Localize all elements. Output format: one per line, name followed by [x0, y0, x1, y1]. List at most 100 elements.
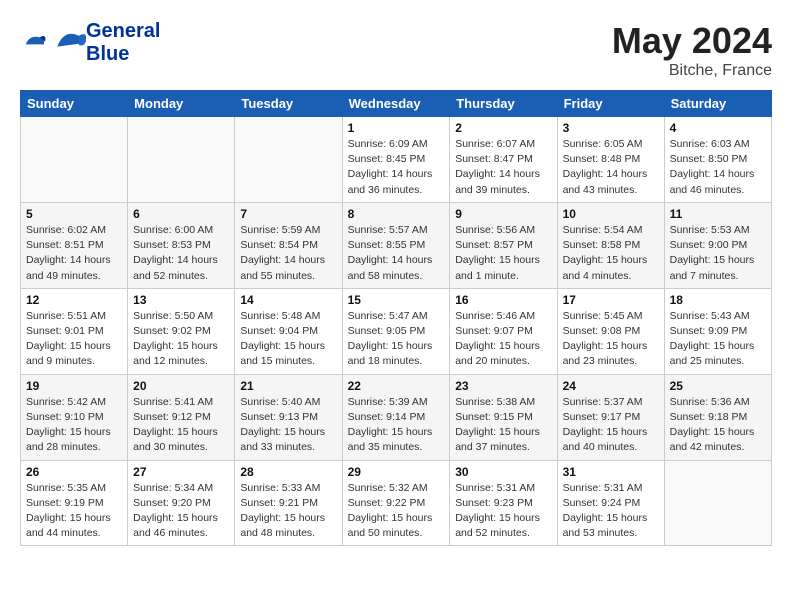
day-number: 5: [26, 207, 122, 221]
calendar-cell: 3 Sunrise: 6:05 AMSunset: 8:48 PMDayligh…: [557, 117, 664, 203]
day-info: Sunrise: 5:59 AMSunset: 8:54 PMDaylight:…: [240, 223, 336, 284]
day-info: Sunrise: 5:36 AMSunset: 9:18 PMDaylight:…: [670, 395, 766, 456]
day-number: 27: [133, 465, 229, 479]
day-number: 21: [240, 379, 336, 393]
calendar-table: SundayMondayTuesdayWednesdayThursdayFrid…: [20, 90, 772, 546]
day-info: Sunrise: 5:50 AMSunset: 9:02 PMDaylight:…: [133, 309, 229, 370]
day-number: 13: [133, 293, 229, 307]
calendar-cell: 13 Sunrise: 5:50 AMSunset: 9:02 PMDaylig…: [128, 288, 235, 374]
calendar-week-row: 12 Sunrise: 5:51 AMSunset: 9:01 PMDaylig…: [21, 288, 772, 374]
calendar-cell: [235, 117, 342, 203]
day-number: 31: [563, 465, 659, 479]
day-info: Sunrise: 6:00 AMSunset: 8:53 PMDaylight:…: [133, 223, 229, 284]
calendar-cell: 19 Sunrise: 5:42 AMSunset: 9:10 PMDaylig…: [21, 374, 128, 460]
calendar-cell: 2 Sunrise: 6:07 AMSunset: 8:47 PMDayligh…: [450, 117, 557, 203]
day-number: 7: [240, 207, 336, 221]
day-info: Sunrise: 6:09 AMSunset: 8:45 PMDaylight:…: [348, 137, 445, 198]
calendar-cell: 7 Sunrise: 5:59 AMSunset: 8:54 PMDayligh…: [235, 202, 342, 288]
calendar-week-row: 26 Sunrise: 5:35 AMSunset: 9:19 PMDaylig…: [21, 460, 772, 546]
day-info: Sunrise: 5:56 AMSunset: 8:57 PMDaylight:…: [455, 223, 551, 284]
calendar-cell: 11 Sunrise: 5:53 AMSunset: 9:00 PMDaylig…: [664, 202, 771, 288]
calendar-cell: 6 Sunrise: 6:00 AMSunset: 8:53 PMDayligh…: [128, 202, 235, 288]
day-number: 1: [348, 121, 445, 135]
calendar-cell: 18 Sunrise: 5:43 AMSunset: 9:09 PMDaylig…: [664, 288, 771, 374]
calendar-cell: 23 Sunrise: 5:38 AMSunset: 9:15 PMDaylig…: [450, 374, 557, 460]
day-number: 9: [455, 207, 551, 221]
day-info: Sunrise: 6:02 AMSunset: 8:51 PMDaylight:…: [26, 223, 122, 284]
day-info: Sunrise: 5:51 AMSunset: 9:01 PMDaylight:…: [26, 309, 122, 370]
day-number: 28: [240, 465, 336, 479]
day-info: Sunrise: 5:40 AMSunset: 9:13 PMDaylight:…: [240, 395, 336, 456]
location-title: Bitche, France: [612, 62, 772, 80]
day-info: Sunrise: 5:54 AMSunset: 8:58 PMDaylight:…: [563, 223, 659, 284]
calendar-cell: 15 Sunrise: 5:47 AMSunset: 9:05 PMDaylig…: [342, 288, 450, 374]
calendar-cell: 17 Sunrise: 5:45 AMSunset: 9:08 PMDaylig…: [557, 288, 664, 374]
day-number: 26: [26, 465, 122, 479]
day-number: 16: [455, 293, 551, 307]
weekday-header: Sunday: [21, 91, 128, 117]
day-number: 20: [133, 379, 229, 393]
calendar-cell: 14 Sunrise: 5:48 AMSunset: 9:04 PMDaylig…: [235, 288, 342, 374]
calendar-week-row: 1 Sunrise: 6:09 AMSunset: 8:45 PMDayligh…: [21, 117, 772, 203]
day-number: 15: [348, 293, 445, 307]
day-info: Sunrise: 6:07 AMSunset: 8:47 PMDaylight:…: [455, 137, 551, 198]
calendar-week-row: 19 Sunrise: 5:42 AMSunset: 9:10 PMDaylig…: [21, 374, 772, 460]
day-number: 17: [563, 293, 659, 307]
calendar-cell: 29 Sunrise: 5:32 AMSunset: 9:22 PMDaylig…: [342, 460, 450, 546]
calendar-cell: [21, 117, 128, 203]
weekday-header: Saturday: [664, 91, 771, 117]
title-block: May 2024 Bitche, France: [612, 20, 772, 80]
day-info: Sunrise: 6:03 AMSunset: 8:50 PMDaylight:…: [670, 137, 766, 198]
day-number: 12: [26, 293, 122, 307]
day-info: Sunrise: 5:32 AMSunset: 9:22 PMDaylight:…: [348, 481, 445, 542]
day-info: Sunrise: 5:48 AMSunset: 9:04 PMDaylight:…: [240, 309, 336, 370]
day-info: Sunrise: 5:53 AMSunset: 9:00 PMDaylight:…: [670, 223, 766, 284]
day-number: 2: [455, 121, 551, 135]
calendar-cell: 12 Sunrise: 5:51 AMSunset: 9:01 PMDaylig…: [21, 288, 128, 374]
day-info: Sunrise: 6:05 AMSunset: 8:48 PMDaylight:…: [563, 137, 659, 198]
calendar-week-row: 5 Sunrise: 6:02 AMSunset: 8:51 PMDayligh…: [21, 202, 772, 288]
day-number: 14: [240, 293, 336, 307]
calendar-cell: 28 Sunrise: 5:33 AMSunset: 9:21 PMDaylig…: [235, 460, 342, 546]
calendar-cell: 27 Sunrise: 5:34 AMSunset: 9:20 PMDaylig…: [128, 460, 235, 546]
day-number: 23: [455, 379, 551, 393]
calendar-cell: 1 Sunrise: 6:09 AMSunset: 8:45 PMDayligh…: [342, 117, 450, 203]
day-info: Sunrise: 5:33 AMSunset: 9:21 PMDaylight:…: [240, 481, 336, 542]
logo-text-blue: Blue: [86, 43, 160, 66]
weekday-header: Tuesday: [235, 91, 342, 117]
weekday-header: Monday: [128, 91, 235, 117]
day-info: Sunrise: 5:57 AMSunset: 8:55 PMDaylight:…: [348, 223, 445, 284]
day-number: 4: [670, 121, 766, 135]
day-number: 25: [670, 379, 766, 393]
day-info: Sunrise: 5:47 AMSunset: 9:05 PMDaylight:…: [348, 309, 445, 370]
day-number: 8: [348, 207, 445, 221]
day-info: Sunrise: 5:41 AMSunset: 9:12 PMDaylight:…: [133, 395, 229, 456]
day-info: Sunrise: 5:42 AMSunset: 9:10 PMDaylight:…: [26, 395, 122, 456]
day-number: 18: [670, 293, 766, 307]
day-info: Sunrise: 5:35 AMSunset: 9:19 PMDaylight:…: [26, 481, 122, 542]
day-info: Sunrise: 5:34 AMSunset: 9:20 PMDaylight:…: [133, 481, 229, 542]
day-info: Sunrise: 5:46 AMSunset: 9:07 PMDaylight:…: [455, 309, 551, 370]
weekday-header: Wednesday: [342, 91, 450, 117]
logo: General Blue: [20, 20, 160, 66]
day-info: Sunrise: 5:31 AMSunset: 9:24 PMDaylight:…: [563, 481, 659, 542]
calendar-cell: 16 Sunrise: 5:46 AMSunset: 9:07 PMDaylig…: [450, 288, 557, 374]
calendar-cell: 31 Sunrise: 5:31 AMSunset: 9:24 PMDaylig…: [557, 460, 664, 546]
calendar-cell: [128, 117, 235, 203]
day-number: 19: [26, 379, 122, 393]
month-title: May 2024: [612, 20, 772, 62]
day-info: Sunrise: 5:31 AMSunset: 9:23 PMDaylight:…: [455, 481, 551, 542]
weekday-header: Thursday: [450, 91, 557, 117]
calendar-cell: 4 Sunrise: 6:03 AMSunset: 8:50 PMDayligh…: [664, 117, 771, 203]
day-info: Sunrise: 5:45 AMSunset: 9:08 PMDaylight:…: [563, 309, 659, 370]
calendar-cell: 10 Sunrise: 5:54 AMSunset: 8:58 PMDaylig…: [557, 202, 664, 288]
calendar-cell: 9 Sunrise: 5:56 AMSunset: 8:57 PMDayligh…: [450, 202, 557, 288]
day-info: Sunrise: 5:37 AMSunset: 9:17 PMDaylight:…: [563, 395, 659, 456]
calendar-cell: 25 Sunrise: 5:36 AMSunset: 9:18 PMDaylig…: [664, 374, 771, 460]
calendar-cell: 26 Sunrise: 5:35 AMSunset: 9:19 PMDaylig…: [21, 460, 128, 546]
day-info: Sunrise: 5:38 AMSunset: 9:15 PMDaylight:…: [455, 395, 551, 456]
day-number: 10: [563, 207, 659, 221]
day-number: 29: [348, 465, 445, 479]
calendar-cell: [664, 460, 771, 546]
day-number: 22: [348, 379, 445, 393]
